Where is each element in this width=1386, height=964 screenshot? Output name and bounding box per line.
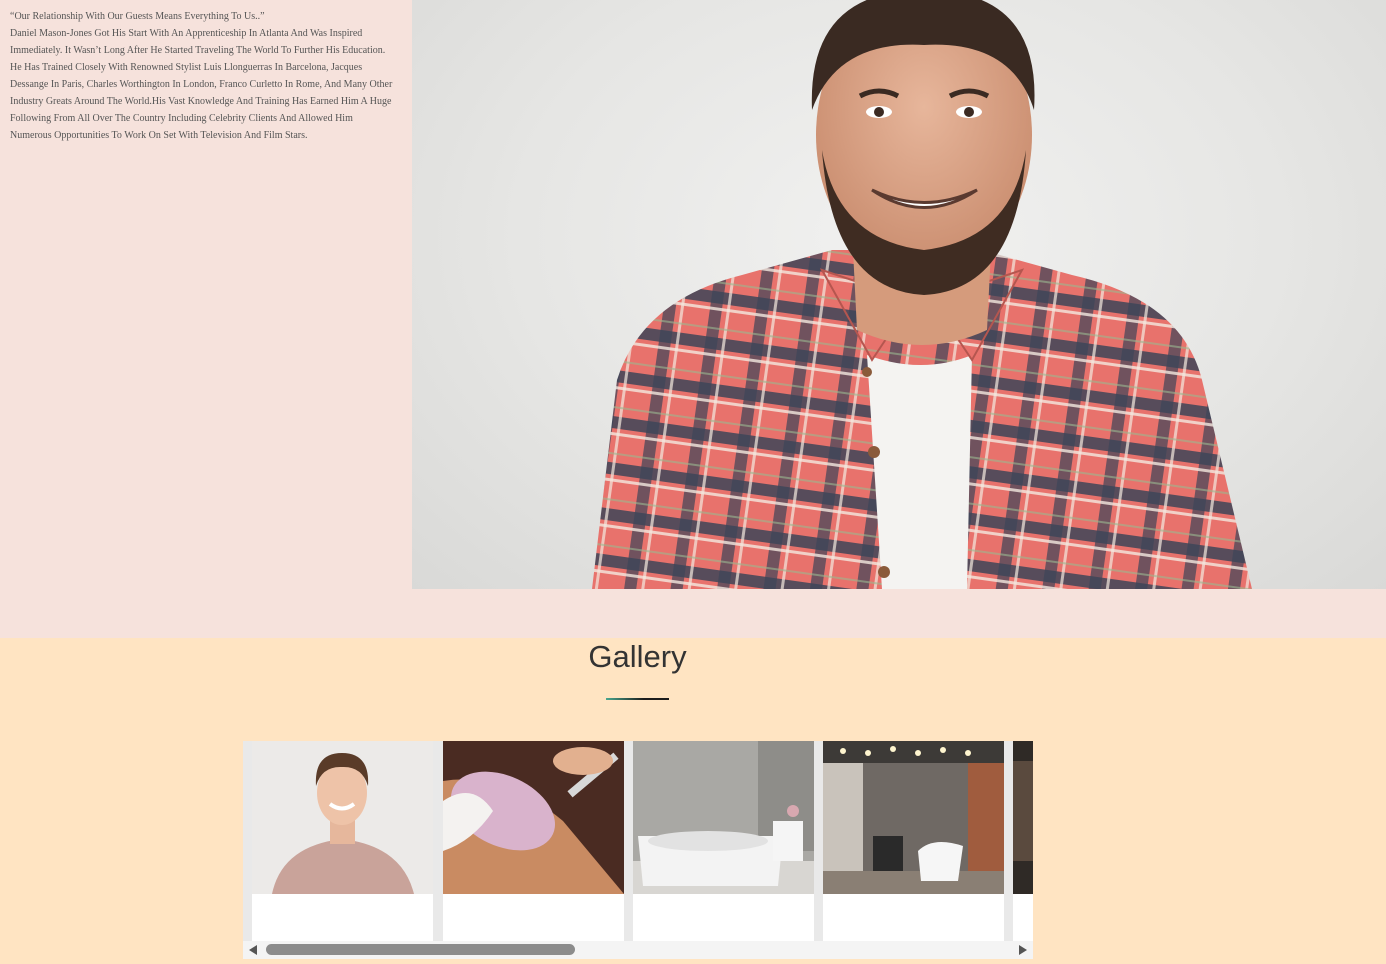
gallery-carousel[interactable] bbox=[243, 741, 1033, 959]
gallery-slide[interactable] bbox=[443, 741, 624, 941]
carousel-scrollbar[interactable] bbox=[243, 941, 1033, 959]
bio-text-block: “Our Relationship With Our Guests Means … bbox=[10, 8, 395, 144]
facial-treatment-photo[interactable] bbox=[443, 741, 624, 894]
smiling-man-photo[interactable] bbox=[252, 741, 433, 894]
gallery-slide[interactable] bbox=[823, 741, 1004, 941]
scroll-right-arrow-icon[interactable] bbox=[1019, 945, 1027, 955]
gallery-title: Gallery bbox=[588, 639, 687, 674]
bio-quote: “Our Relationship With Our Guests Means … bbox=[10, 11, 265, 22]
salon-interior-photo[interactable] bbox=[823, 741, 1004, 894]
gallery-slide[interactable] bbox=[252, 741, 433, 941]
scroll-left-arrow-icon[interactable] bbox=[249, 945, 257, 955]
gallery-section: Gallery bbox=[0, 638, 1386, 964]
bio-paragraph: Daniel Mason-Jones Got His Start With An… bbox=[10, 28, 393, 141]
smiling-bearded-man-photo bbox=[592, 0, 1252, 589]
salon-dark-photo[interactable] bbox=[1013, 741, 1033, 894]
gallery-title-underline bbox=[606, 698, 669, 700]
stylist-portrait-image bbox=[412, 0, 1386, 589]
gallery-slide[interactable] bbox=[1013, 741, 1033, 941]
gallery-slide[interactable] bbox=[633, 741, 814, 941]
about-section: “Our Relationship With Our Guests Means … bbox=[0, 0, 1386, 638]
scrollbar-thumb[interactable] bbox=[266, 944, 575, 955]
bathtub-photo[interactable] bbox=[633, 741, 814, 894]
